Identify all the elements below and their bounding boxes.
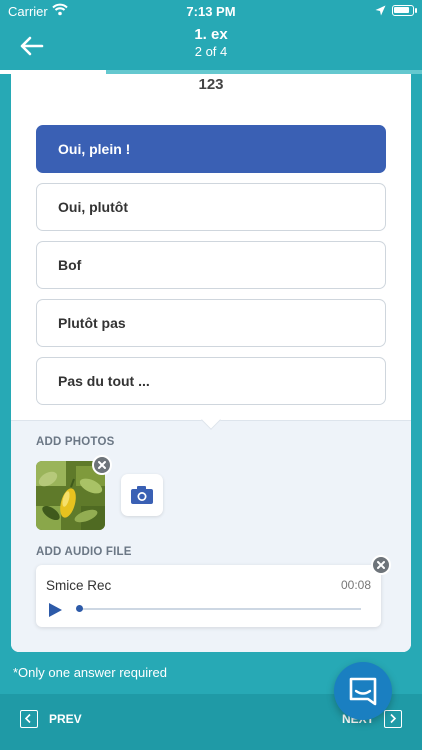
audio-duration: 00:08 <box>340 578 371 592</box>
battery-tip <box>415 8 417 13</box>
chat-icon <box>349 677 377 706</box>
audio-scrubber-track[interactable] <box>79 608 361 610</box>
close-icon <box>98 461 106 469</box>
close-icon <box>377 561 385 569</box>
remove-audio-button[interactable] <box>371 555 391 575</box>
chevron-left-icon <box>20 710 38 728</box>
status-time: 7:13 PM <box>186 4 236 19</box>
option-plutot-pas[interactable]: Plutôt pas <box>36 299 386 347</box>
audio-scrubber-handle[interactable] <box>76 605 83 612</box>
camera-icon <box>131 486 153 504</box>
attachments-panel: ADD PHOTOS ADD AUDIO FILE Smice Rec 00:0… <box>11 410 411 652</box>
question-value: 123 <box>198 76 224 93</box>
nav-header: 1. ex 2 of 4 <box>0 22 422 72</box>
chat-button[interactable] <box>334 662 392 720</box>
option-pas-du-tout[interactable]: Pas du tout ... <box>36 357 386 405</box>
play-button[interactable] <box>46 601 64 619</box>
prev-label: PREV <box>49 712 82 726</box>
option-oui-plutot[interactable]: Oui, plutôt <box>36 183 386 231</box>
play-icon <box>49 603 62 617</box>
page-counter: 2 of 4 <box>194 44 228 59</box>
option-oui-plein[interactable]: Oui, plein ! <box>36 125 386 173</box>
audio-player: Smice Rec 00:08 <box>36 565 381 627</box>
battery-icon <box>392 5 414 16</box>
option-bof[interactable]: Bof <box>36 241 386 289</box>
remove-photo-button[interactable] <box>92 455 112 475</box>
panel-notch <box>201 410 221 430</box>
add-photos-label: ADD PHOTOS <box>36 436 115 448</box>
status-bar: Carrier 7:13 PM <box>0 0 422 22</box>
audio-file-name: Smice Rec <box>46 578 112 593</box>
required-note: *Only one answer required <box>13 665 167 680</box>
add-audio-label: ADD AUDIO FILE <box>36 546 132 558</box>
question-card: 123 Oui, plein ! Oui, plutôt Bof Plutôt … <box>11 74 411 652</box>
page-title: 1. ex <box>194 26 228 43</box>
location-icon <box>375 4 386 19</box>
add-photo-button[interactable] <box>121 474 163 516</box>
